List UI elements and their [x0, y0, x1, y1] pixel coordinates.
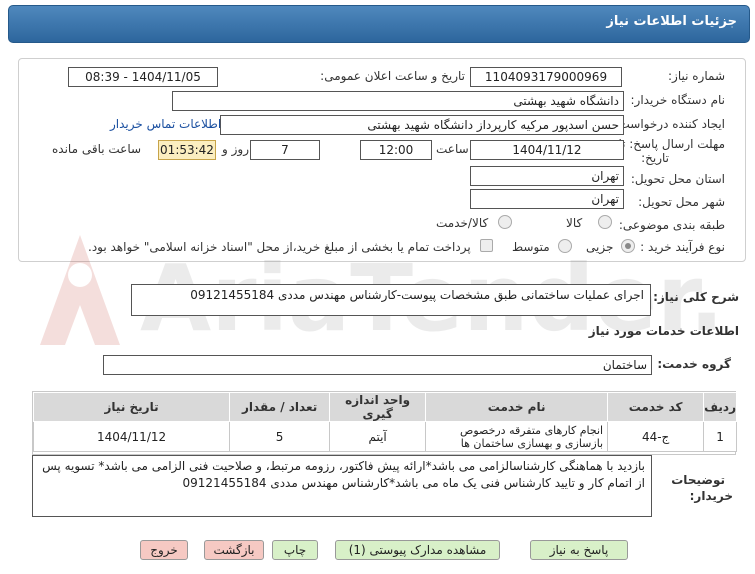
description-text: اجرای عملیات ساختمانی طبق مشخصات پیوست-ک…	[190, 288, 644, 302]
purchase-type-partial-label: جزیی	[586, 240, 614, 254]
description-textarea[interactable]: اجرای عملیات ساختمانی طبق مشخصات پیوست-ک…	[131, 284, 651, 316]
deadline-label-date: تاریخ:	[641, 151, 669, 165]
services-table: ردیف کد خدمت نام خدمت واحد اندازه گیری ت…	[32, 392, 737, 452]
remaining-time-badge: 01:53:42	[158, 140, 216, 160]
treasury-checkbox[interactable]	[480, 239, 493, 252]
need-date: 1404/11/12	[32, 421, 231, 452]
purchase-type-label: نوع فرآیند خرید :	[640, 240, 725, 254]
column-header: کد خدمت	[607, 392, 705, 422]
view-attachments-button[interactable]: مشاهده مدارک پیوستی (1)	[335, 540, 500, 560]
back-button[interactable]: بازگشت	[204, 540, 264, 560]
radio-icon	[498, 215, 512, 229]
page-title: جزئیات اطلاعات نیاز	[606, 14, 737, 29]
requester-field: حسن اسدپور مرکیه کارپرداز دانشگاه شهید ب…	[220, 115, 624, 135]
buyer-contact-link[interactable]: اطلاعات تماس خریدار	[110, 117, 221, 131]
table-row: 1 ج-44 انجام کارهای متفرقه درخصوص بازساز…	[32, 421, 737, 452]
category-goods-radio[interactable]	[598, 215, 612, 229]
column-header: نام خدمت	[425, 392, 609, 422]
services-section-title: اطلاعات خدمات مورد نیاز	[588, 324, 739, 338]
remaining-label: ساعت باقی مانده	[52, 142, 142, 156]
page-header: جزئیات اطلاعات نیاز	[8, 5, 750, 43]
radio-icon	[598, 215, 612, 229]
category-label: طبقه بندی موضوعی:	[618, 218, 725, 232]
quantity: 5	[229, 421, 331, 452]
buyer-notes-textarea[interactable]: بازدید با هماهنگی کارشناسالزامی می باشد*…	[32, 455, 652, 517]
deadline-label: مهلت ارسال پاسخ: تا	[618, 137, 725, 151]
purchase-type-medium-radio[interactable]	[558, 239, 572, 253]
service-group-field: ساختمان	[103, 355, 652, 375]
announce-label: تاریخ و ساعت اعلان عمومی:	[320, 69, 465, 83]
service-code: ج-44	[607, 421, 705, 452]
service-group-label: گروه خدمت:	[657, 357, 731, 371]
category-goods-service-radio[interactable]	[498, 215, 512, 229]
radio-icon	[558, 239, 572, 253]
buyer-notes-label: توضیحات	[671, 473, 725, 487]
announce-field: 1404/11/05 - 08:39	[68, 67, 218, 87]
services-table-frame: ردیف کد خدمت نام خدمت واحد اندازه گیری ت…	[32, 391, 737, 455]
purchase-type-partial-radio[interactable]	[621, 239, 635, 253]
column-header: تعداد / مقدار	[229, 392, 331, 422]
buyer-notes-label-2: خریدار:	[689, 489, 733, 503]
days-field: 7	[250, 140, 320, 160]
purchase-type-medium-label: متوسط	[512, 240, 550, 254]
city-field: تهران	[470, 189, 624, 209]
column-header: واحد اندازه گیری	[329, 392, 427, 422]
need-number-field: 1104093179000969	[470, 67, 622, 87]
radio-icon	[621, 239, 635, 253]
print-button[interactable]: چاپ	[272, 540, 318, 560]
province-label: استان محل تحویل:	[630, 172, 725, 186]
column-header: تاریخ نیاز	[32, 392, 231, 422]
category-goods-label: کالا	[566, 216, 583, 230]
deadline-hour-label: ساعت	[436, 142, 469, 156]
city-label: شهر محل تحویل:	[638, 195, 725, 209]
description-label: شرح کلی نیاز:	[653, 290, 739, 304]
requester-label: ایجاد کننده درخواست:	[614, 117, 725, 131]
deadline-time-field: 12:00	[360, 140, 432, 160]
category-goods-service-label: کالا/خدمت	[436, 216, 489, 230]
exit-button[interactable]: خروج	[140, 540, 188, 560]
treasury-note: پرداخت تمام یا بخشی از مبلغ خرید،از محل …	[88, 240, 471, 254]
unit: آیتم	[329, 421, 427, 452]
buyer-notes-text: بازدید با هماهنگی کارشناسالزامی می باشد*…	[42, 459, 645, 490]
days-label: روز و	[222, 142, 249, 156]
buyer-org-label: نام دستگاه خریدار:	[630, 93, 726, 107]
buyer-org-field: دانشگاه شهید بهشتی	[172, 91, 624, 111]
row-index: 1	[703, 421, 737, 452]
column-header: ردیف	[703, 392, 737, 422]
deadline-date-field: 1404/11/12	[470, 140, 624, 160]
table-header-row: ردیف کد خدمت نام خدمت واحد اندازه گیری ت…	[32, 392, 737, 422]
service-name: انجام کارهای متفرقه درخصوص بازسازی و بهس…	[425, 421, 609, 452]
province-field: تهران	[470, 166, 624, 186]
reply-button[interactable]: پاسخ به نیاز	[530, 540, 628, 560]
need-number-label: شماره نیاز:	[668, 69, 725, 83]
